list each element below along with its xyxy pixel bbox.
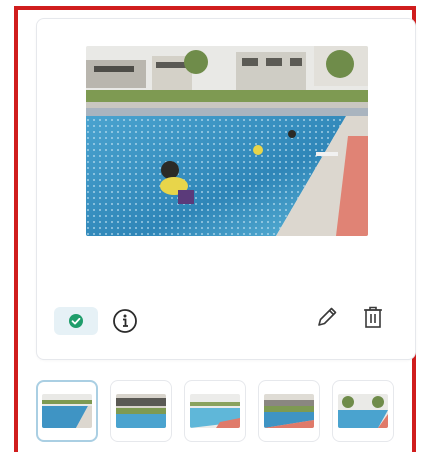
pool-photo-image	[86, 46, 368, 236]
thumbnail-image	[42, 394, 92, 428]
main-photo[interactable]	[86, 46, 368, 236]
thumbnail-strip	[36, 380, 394, 442]
thumbnail-2[interactable]	[110, 380, 172, 442]
thumbnail-image	[264, 394, 314, 428]
thumbnail-5[interactable]	[332, 380, 394, 442]
edit-button[interactable]	[312, 302, 342, 332]
status-toolbar	[54, 306, 140, 336]
check-circle-icon	[69, 314, 83, 328]
delete-button[interactable]	[358, 302, 388, 332]
thumbnail-4[interactable]	[258, 380, 320, 442]
info-icon	[113, 309, 137, 333]
info-button[interactable]	[110, 306, 140, 336]
thumbnail-image	[116, 394, 166, 428]
trash-icon	[364, 306, 382, 328]
thumbnail-image	[338, 394, 388, 428]
thumbnail-1[interactable]	[36, 380, 98, 442]
approved-badge[interactable]	[54, 307, 98, 335]
thumbnail-image	[190, 394, 240, 428]
pencil-icon	[318, 307, 337, 326]
edit-toolbar	[312, 302, 388, 332]
thumbnail-3[interactable]	[184, 380, 246, 442]
